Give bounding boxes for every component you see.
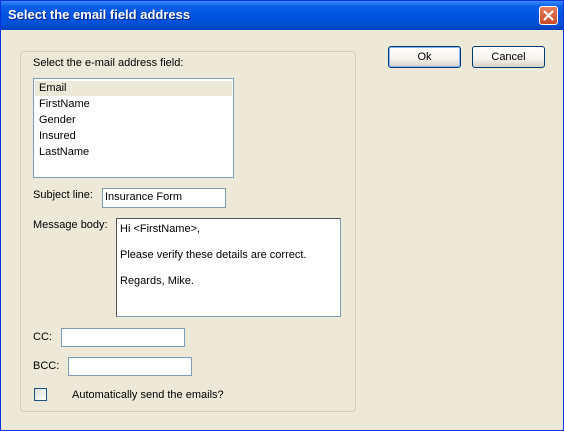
email-field-listbox[interactable]: Email FirstName Gender Insured LastName: [33, 78, 234, 178]
list-item[interactable]: Insured: [35, 129, 232, 144]
message-line: Regards, Mike.: [120, 275, 194, 287]
subject-label: Subject line:: [33, 189, 93, 201]
subject-input[interactable]: Insurance Form: [102, 188, 226, 208]
list-item[interactable]: Email: [35, 81, 232, 96]
auto-send-label: Automatically send the emails?: [72, 389, 224, 401]
bcc-input[interactable]: [68, 357, 192, 376]
cancel-button[interactable]: Cancel: [472, 46, 545, 68]
dialog-window: Select the email field address Select th…: [0, 0, 564, 431]
cc-label: CC:: [33, 331, 52, 343]
list-item[interactable]: Gender: [35, 113, 232, 128]
title-bar[interactable]: Select the email field address: [1, 1, 563, 30]
bcc-label: BCC:: [33, 360, 60, 372]
close-button[interactable]: [539, 6, 558, 25]
auto-send-checkbox[interactable]: [34, 388, 47, 401]
message-body-textarea[interactable]: Hi <FirstName>, Please verify these deta…: [116, 218, 341, 317]
ok-button[interactable]: Ok: [388, 46, 461, 68]
message-label: Message body:: [33, 219, 108, 231]
cc-input[interactable]: [61, 328, 185, 347]
message-line: Please verify these details are correct.: [120, 249, 307, 261]
field-select-label: Select the e-mail address field:: [33, 57, 184, 69]
list-item[interactable]: LastName: [35, 145, 232, 160]
list-item[interactable]: FirstName: [35, 97, 232, 112]
message-line: Hi <FirstName>,: [120, 223, 201, 235]
close-icon: [543, 10, 554, 21]
window-title: Select the email field address: [8, 7, 191, 22]
